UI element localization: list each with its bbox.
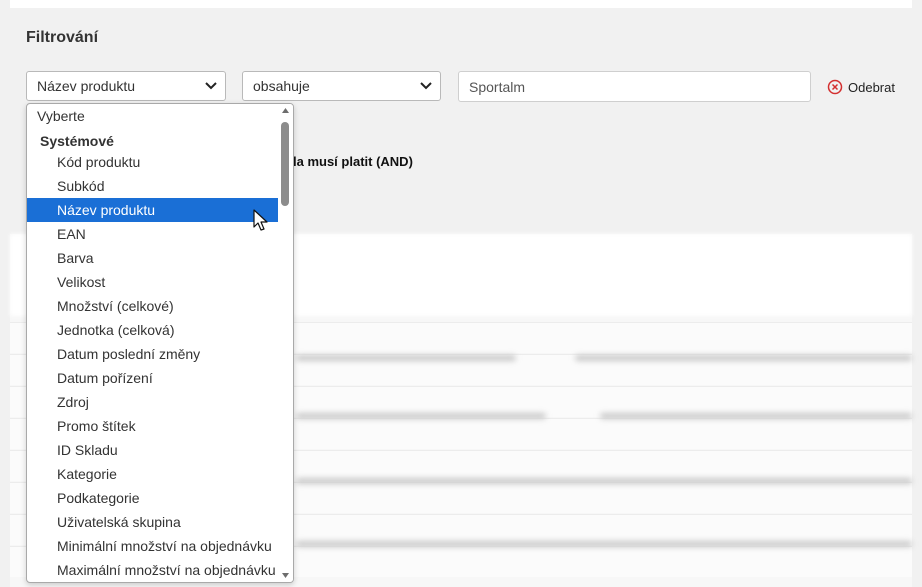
dropdown-option[interactable]: Subkód [27, 174, 279, 198]
blurred-text [600, 413, 912, 419]
filter-value-input[interactable] [458, 71, 811, 102]
dropdown-option[interactable]: Kód produktu [27, 150, 279, 174]
dropdown-option[interactable]: Podkategorie [27, 486, 279, 510]
field-dropdown-list[interactable]: Vyberte Systémové Kód produktu Subkód Náze… [26, 103, 294, 583]
dropdown-option[interactable]: Promo štítek [27, 414, 279, 438]
scrollbar-thumb[interactable] [281, 122, 289, 206]
dropdown-option[interactable]: Datum pořízení [27, 366, 279, 390]
dropdown-options: Vyberte Systémové Kód produktu Subkód Náze… [27, 104, 279, 582]
blurred-text [296, 478, 912, 484]
dropdown-option[interactable]: Název produktu [27, 198, 279, 222]
dropdown-option[interactable]: Zdroj [27, 390, 279, 414]
condition-text: la musí platit (AND) [293, 154, 413, 169]
scroll-up-arrow-icon[interactable] [281, 106, 290, 115]
option-placeholder[interactable]: Vyberte [27, 104, 279, 128]
top-band [10, 0, 912, 8]
dropdown-option[interactable]: ID Skladu [27, 438, 279, 462]
blurred-text [296, 541, 912, 547]
chevron-down-icon [205, 82, 217, 90]
dropdown-option[interactable]: Velikost [27, 270, 279, 294]
field-select-value: Název produktu [37, 78, 136, 94]
page-title: Filtrování [26, 29, 99, 46]
dropdown-scrollbar[interactable] [278, 104, 293, 582]
operator-select-value: obsahuje [253, 78, 310, 94]
dropdown-option[interactable]: Datum poslední změny [27, 342, 279, 366]
blurred-text [575, 355, 912, 361]
dropdown-option[interactable]: Uživatelská skupina [27, 510, 279, 534]
dropdown-option[interactable]: EAN [27, 222, 279, 246]
operator-select[interactable]: obsahuje [242, 71, 441, 101]
dropdown-option[interactable]: Maximální množství na objednávku [27, 558, 279, 582]
field-select[interactable]: Název produktu [26, 71, 226, 101]
dropdown-option[interactable]: Množství (celkové) [27, 294, 279, 318]
chevron-down-icon [420, 82, 432, 90]
mouse-pointer-icon [253, 209, 268, 231]
remove-filter-button[interactable]: Odebrat [827, 78, 895, 96]
circle-x-icon [827, 79, 843, 95]
remove-filter-label: Odebrat [848, 79, 895, 95]
blurred-text [296, 355, 516, 361]
option-group-label: Systémové [40, 133, 114, 149]
scroll-down-arrow-icon[interactable] [281, 571, 290, 580]
dropdown-option[interactable]: Jednotka (celková) [27, 318, 279, 342]
dropdown-option[interactable]: Barva [27, 246, 279, 270]
blurred-text [296, 413, 546, 419]
dropdown-option[interactable]: Kategorie [27, 462, 279, 486]
dropdown-option[interactable]: Minimální množství na objednávku [27, 534, 279, 558]
